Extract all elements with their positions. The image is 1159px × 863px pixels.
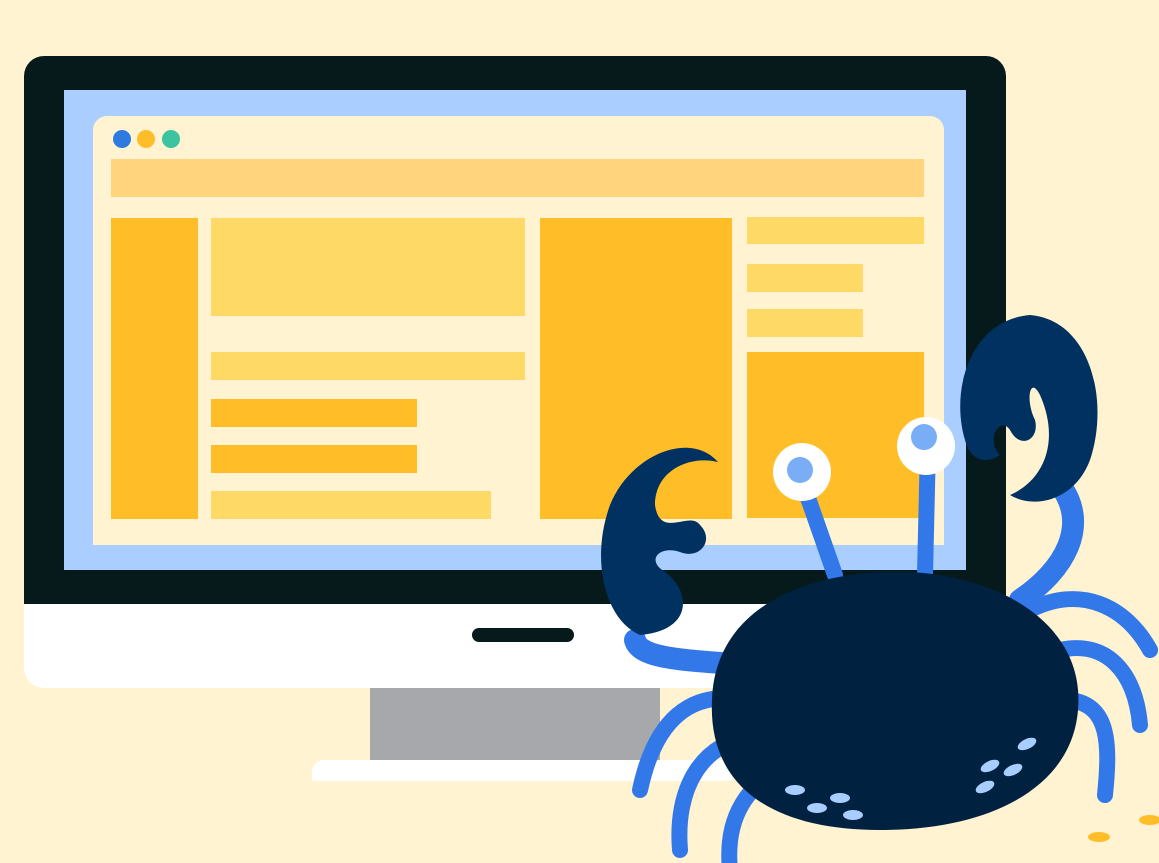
crab-spots	[785, 737, 1037, 820]
crab-leg	[1062, 692, 1116, 803]
window-dot-yellow-icon	[137, 130, 155, 148]
sidebar-placeholder	[111, 218, 198, 519]
sand-pebble	[1139, 815, 1159, 825]
right-line-placeholder	[747, 217, 924, 244]
monitor-logo-slot	[472, 628, 574, 642]
window-dot-green-icon	[162, 130, 180, 148]
window-dot-blue-icon	[113, 130, 131, 148]
right-box-placeholder	[747, 352, 924, 518]
text-line-placeholder	[211, 352, 525, 380]
illustration-scene	[0, 0, 1159, 863]
right-line-placeholder	[747, 309, 863, 337]
crab-arm	[1009, 474, 1085, 611]
monitor-base	[312, 760, 732, 781]
sand-pebble	[1088, 832, 1110, 842]
text-line-placeholder	[211, 399, 417, 427]
crab-leg	[1022, 591, 1158, 658]
address-bar-placeholder	[111, 159, 924, 197]
crab-leg	[1052, 640, 1148, 733]
crab-leg	[671, 727, 768, 858]
text-line-placeholder	[211, 445, 417, 473]
text-line-placeholder	[211, 491, 491, 519]
hero-placeholder	[211, 218, 525, 316]
crab-leg	[721, 757, 803, 863]
right-line-placeholder	[747, 264, 863, 292]
monitor-stand	[370, 688, 660, 760]
content-column-placeholder	[540, 218, 732, 519]
